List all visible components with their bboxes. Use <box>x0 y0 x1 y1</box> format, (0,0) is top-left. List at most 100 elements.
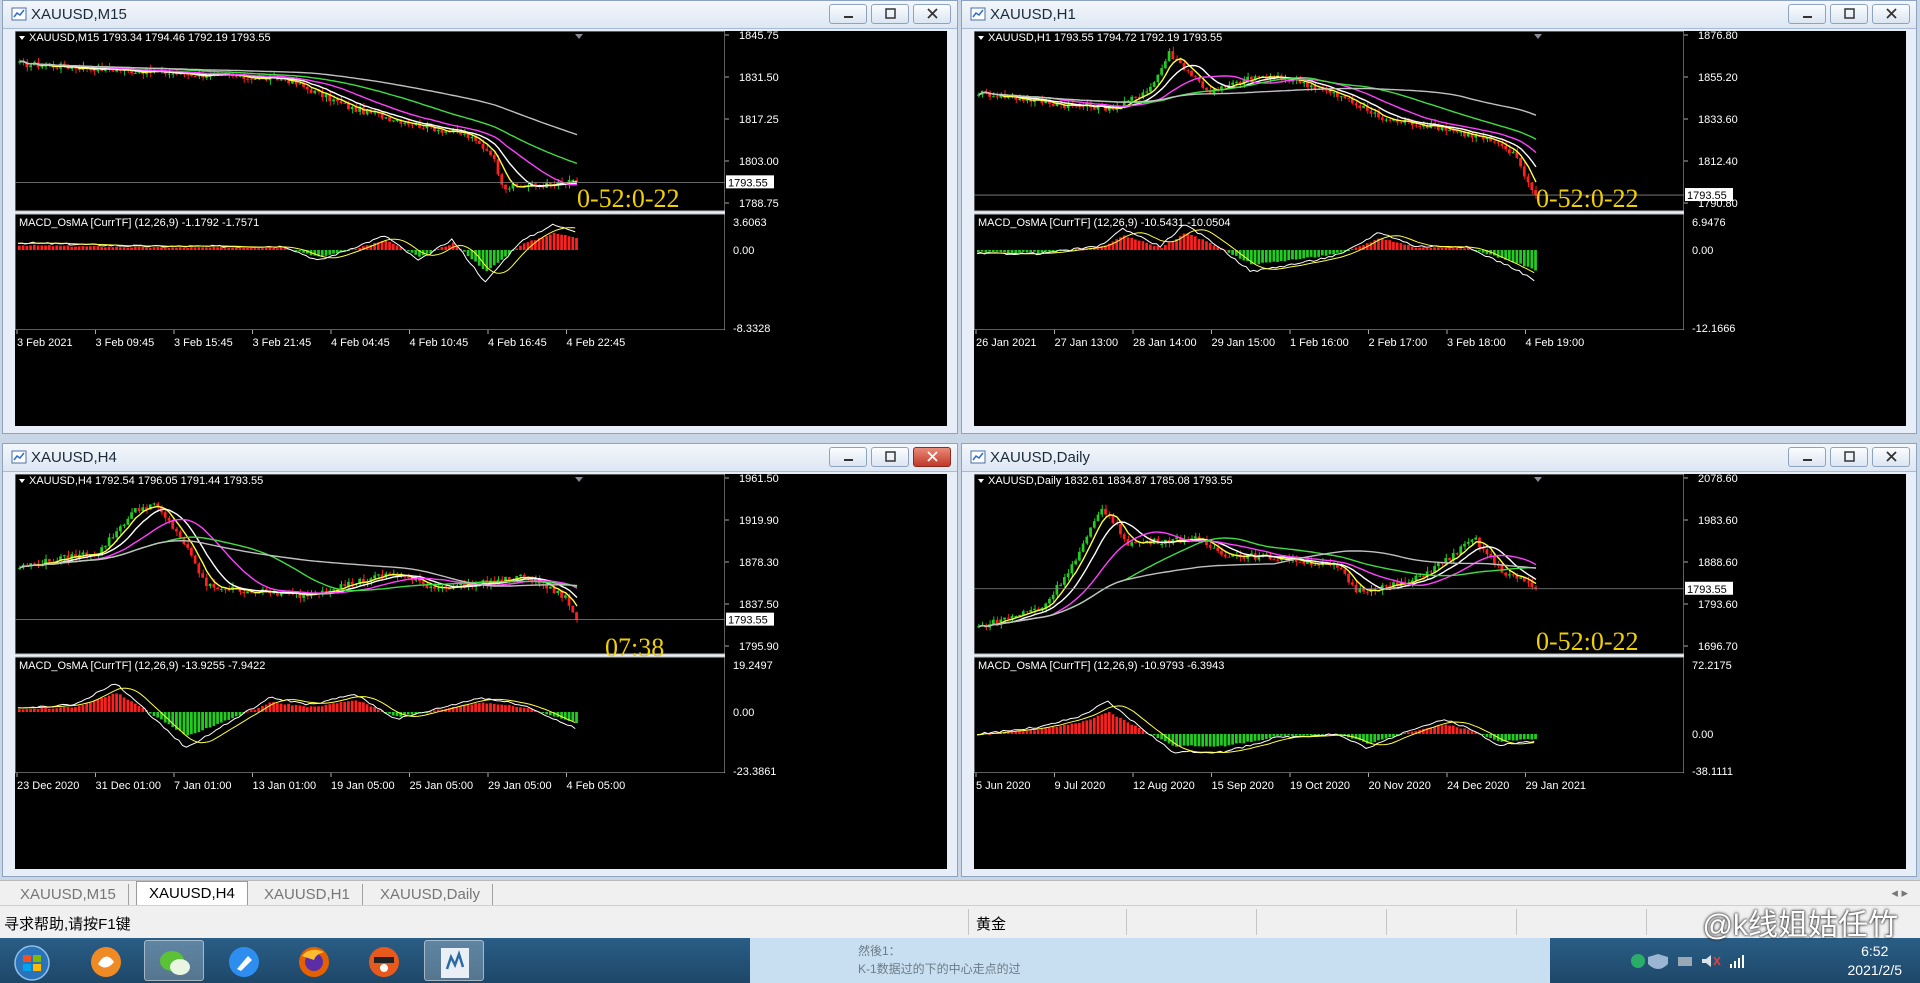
candle-body <box>283 79 287 81</box>
window-titlebar[interactable]: XAUUSD,H4 <box>3 444 957 472</box>
macd-bar <box>182 247 186 250</box>
macd-bar <box>541 712 545 713</box>
candle-body <box>163 512 167 518</box>
candle-body <box>186 544 190 548</box>
close-button[interactable] <box>913 447 951 467</box>
maximize-button[interactable] <box>1830 4 1868 24</box>
close-button[interactable] <box>1872 4 1910 24</box>
macd-bar <box>1530 250 1534 269</box>
macd-bar <box>1309 250 1313 257</box>
macd-bar <box>201 247 204 250</box>
window-titlebar[interactable]: XAUUSD,M15 <box>3 1 957 29</box>
macd-bar <box>1096 715 1100 734</box>
macd-bar <box>1317 250 1321 257</box>
tab-h1[interactable]: XAUUSD,H1 <box>252 884 363 906</box>
macd-bar <box>350 700 354 712</box>
chart-canvas[interactable]: XAUUSD,H1 1793.55 1794.72 1792.19 1793.5… <box>974 31 1906 426</box>
window-titlebar[interactable]: XAUUSD,H1 <box>962 1 1916 29</box>
macd-bar <box>1261 250 1264 263</box>
taskbar-app-button[interactable] <box>354 940 414 981</box>
chart-canvas[interactable]: XAUUSD,H4 1792.54 1796.05 1791.44 1793.5… <box>15 474 947 869</box>
taskbar-wechat-button[interactable] <box>144 940 204 981</box>
chart-window-h4[interactable]: XAUUSD,H4 XAUUSD,H4 1792.54 1796.05 1791… <box>2 443 958 877</box>
macd-bar <box>96 698 100 712</box>
macd-bar <box>1373 734 1377 743</box>
macd-bar <box>1451 248 1455 250</box>
macd-bar <box>1021 731 1025 734</box>
tab-m15[interactable]: XAUUSD,M15 <box>8 884 129 906</box>
macd-bar <box>51 246 55 250</box>
macd-bar <box>1403 244 1407 250</box>
macd-bar <box>1302 734 1306 736</box>
chart-window-h1[interactable]: XAUUSD,H1 XAUUSD,H1 1793.55 1794.72 1792… <box>961 0 1917 434</box>
candle-body <box>141 507 145 512</box>
candle-body <box>1414 575 1418 581</box>
minimize-button[interactable] <box>829 4 867 24</box>
macd-bar <box>32 244 36 250</box>
macd-bar <box>1507 734 1511 741</box>
close-button[interactable] <box>1872 447 1910 467</box>
tab-daily[interactable]: XAUUSD,Daily <box>368 884 494 906</box>
candle-body <box>246 78 249 80</box>
chart-header: XAUUSD,Daily 1832.61 1834.87 1785.08 179… <box>988 475 1233 487</box>
tab-scroll-arrows[interactable]: ◂ ▸ <box>1891 885 1908 901</box>
candle-body <box>1066 573 1070 578</box>
candle-body <box>1463 543 1466 547</box>
status-divider <box>1386 909 1387 935</box>
close-button[interactable] <box>913 4 951 24</box>
maximize-button[interactable] <box>871 4 909 24</box>
window-titlebar[interactable]: XAUUSD,Daily <box>962 444 1916 472</box>
chart-canvas[interactable]: XAUUSD,Daily 1832.61 1834.87 1785.08 179… <box>974 474 1906 869</box>
macd-bar <box>190 712 193 735</box>
minimize-button[interactable] <box>829 447 867 467</box>
candle-body <box>1134 96 1137 98</box>
candle-body <box>1242 557 1246 559</box>
macd-bar <box>1160 248 1163 250</box>
close-icon <box>927 8 938 19</box>
taskbar-firefox-button[interactable] <box>284 940 344 981</box>
tab-h4[interactable]: XAUUSD,H4 <box>136 881 248 906</box>
macd-bar <box>504 705 507 712</box>
candle-body <box>193 75 197 77</box>
chart-window-icon <box>970 7 986 21</box>
start-button[interactable] <box>0 940 62 981</box>
macd-bar <box>298 705 302 712</box>
macd-bar <box>51 708 55 712</box>
taskbar-app-button[interactable] <box>214 940 274 981</box>
macd-bar <box>223 248 227 250</box>
tray-clock[interactable]: 6:52 2021/2/5 <box>1848 942 1903 980</box>
chart-window-daily[interactable]: XAUUSD,Daily XAUUSD,Daily 1832.61 1834.8… <box>961 443 1917 877</box>
macd-bar <box>44 708 47 712</box>
macd-bar <box>1235 734 1238 744</box>
macd-bar <box>272 247 276 250</box>
macd-bar <box>332 703 335 712</box>
chart-canvas[interactable]: XAUUSD,M15 1793.34 1794.46 1792.19 1793.… <box>15 31 947 426</box>
maximize-button[interactable] <box>871 447 909 467</box>
window-title: XAUUSD,Daily <box>990 449 1091 466</box>
maximize-button[interactable] <box>1830 447 1868 467</box>
close-icon <box>927 451 938 462</box>
macd-bar <box>575 712 578 724</box>
minimize-button[interactable] <box>1788 4 1826 24</box>
macd-bar <box>470 704 474 712</box>
time-tick-label: 29 Jan 15:00 <box>1212 337 1276 349</box>
status-divider <box>1516 909 1517 935</box>
chart-window-m15[interactable]: XAUUSD,M15 XAUUSD,M15 1793.34 1794.46 17… <box>2 0 958 434</box>
macd-bar <box>66 245 70 250</box>
time-tick-label: 25 Jan 05:00 <box>410 780 474 792</box>
macd-bar <box>1436 247 1440 250</box>
candle-body <box>1436 562 1440 567</box>
taskbar-app-button[interactable] <box>76 940 136 981</box>
time-tick-label: 27 Jan 13:00 <box>1055 337 1119 349</box>
macd-bar <box>44 245 47 250</box>
minimize-button[interactable] <box>1788 447 1826 467</box>
macd-bar <box>1384 239 1388 250</box>
candle-body <box>1418 575 1421 577</box>
candle-body <box>324 94 328 98</box>
candle-body <box>1418 126 1421 128</box>
candle-body <box>1152 82 1156 87</box>
candle-body <box>1309 85 1313 88</box>
candle-body <box>339 101 343 104</box>
taskbar-metatrader-button[interactable] <box>424 940 484 981</box>
macd-bar <box>1448 248 1451 250</box>
